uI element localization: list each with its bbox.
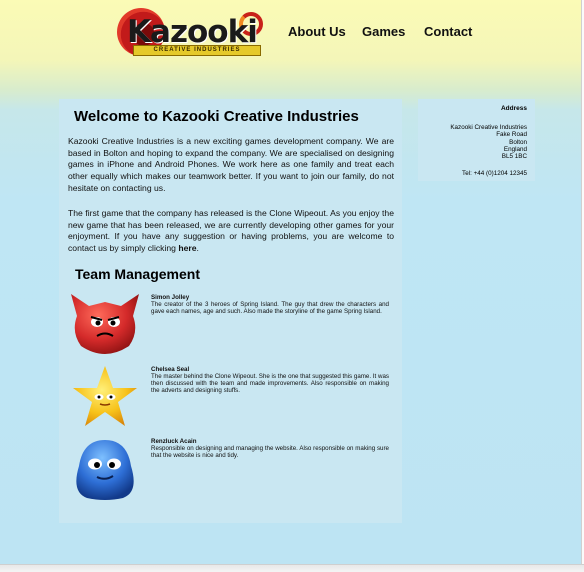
address-panel: Address Kazooki Creative Industries Fake… [418, 99, 535, 181]
game-paragraph-end: . [196, 243, 199, 254]
address-line: BL5 1BC [501, 153, 527, 161]
game-paragraph: The first game that the company has rele… [68, 208, 394, 255]
address-line: Kazooki Creative Industries [450, 124, 527, 131]
telephone-number: Tel: +44 (0)1204 12345 [462, 170, 527, 177]
member-name: Renzluck Acain [151, 438, 197, 445]
logo-tagline: CREATIVE INDUSTRIES [133, 45, 261, 56]
window-bottom-edge [0, 564, 584, 572]
main-content-panel: Welcome to Kazooki Creative Industries K… [59, 99, 402, 523]
address-line: Fake Road [496, 131, 527, 139]
member-description: The creator of the 3 heroes of Spring Is… [151, 301, 389, 316]
address-line: England [503, 145, 527, 153]
member-description: Responsible on designing and managing th… [151, 445, 389, 460]
game-paragraph-text: The first game that the company has rele… [68, 208, 394, 254]
page-title: Welcome to Kazooki Creative Industries [74, 108, 359, 125]
contact-here-link[interactable]: here [178, 243, 196, 253]
nav-contact[interactable]: Contact [424, 24, 472, 39]
nav-about-us[interactable]: About Us [288, 24, 346, 39]
member-name: Simon Jolley [151, 294, 190, 301]
team-management-heading: Team Management [75, 266, 200, 282]
red-devil-mascot-icon [71, 294, 139, 354]
nav-games[interactable]: Games [362, 24, 405, 39]
blue-blob-mascot-icon [76, 440, 134, 500]
address-line: Bolton [509, 138, 527, 146]
address-lines: Kazooki Creative Industries Fake Road Bo… [450, 124, 527, 160]
member-name: Chelsea Seal [151, 366, 190, 373]
address-title: Address [500, 105, 527, 112]
kazooki-logo[interactable]: Kazooki CREATIVE INDUSTRIES [117, 8, 267, 58]
yellow-star-mascot-icon [73, 366, 137, 426]
intro-paragraph: Kazooki Creative Industries is a new exc… [68, 136, 394, 193]
member-description: The master behind the Clone Wipeout. She… [151, 373, 389, 395]
site-header: Kazooki CREATIVE INDUSTRIES About Us Gam… [0, 0, 584, 74]
